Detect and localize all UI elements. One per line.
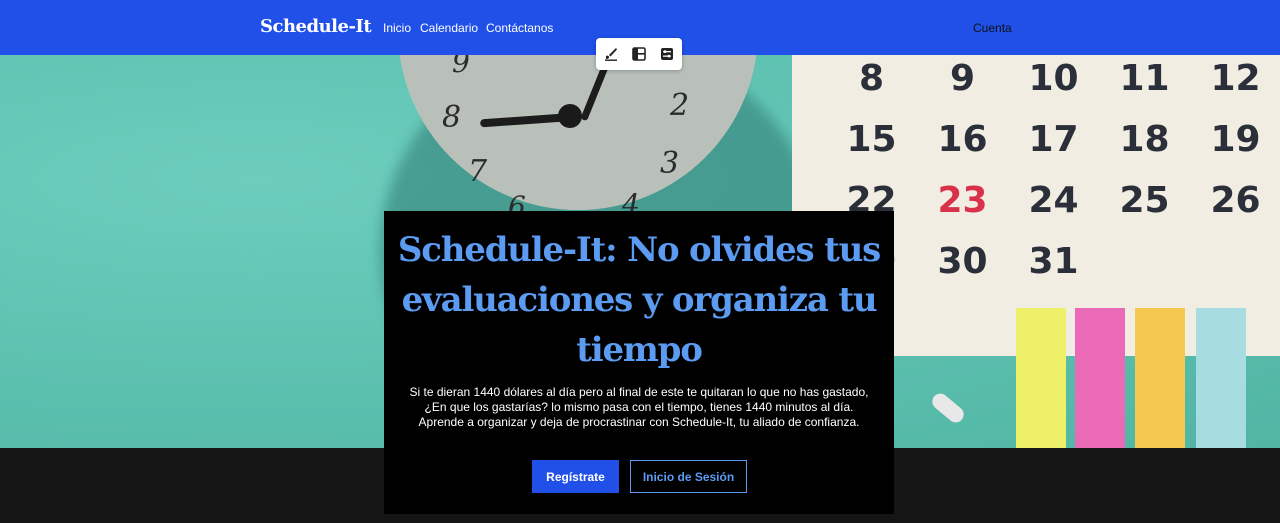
sticky-note-yellow xyxy=(1016,308,1066,448)
hero-description-line: Si te dieran 1440 dólares al día pero al… xyxy=(409,385,869,399)
hero-description-line: Aprende a organizar y deja de procrastin… xyxy=(418,415,860,429)
sticky-note-pink xyxy=(1075,308,1125,448)
calendar-day-highlighted: 23 xyxy=(937,180,988,221)
hero-description: Si te dieran 1440 dólares al día pero al… xyxy=(404,385,874,430)
hero-title: Schedule-It: No olvides tus evaluaciones… xyxy=(397,230,881,370)
nav-link-inicio[interactable]: Inicio xyxy=(383,21,411,35)
calendar-day: 8 xyxy=(858,58,885,99)
calendar-day: 26 xyxy=(1210,180,1261,221)
account-link[interactable]: Cuenta xyxy=(973,21,1012,35)
calendar-day: 30 xyxy=(937,241,988,282)
clock-center-pin xyxy=(558,104,582,128)
sticky-note-orange xyxy=(1135,308,1185,448)
calendar-day: 19 xyxy=(1210,119,1261,160)
hero-description-line: ¿En que los gastarías? lo mismo pasa con… xyxy=(424,400,854,414)
calendar-day: 25 xyxy=(1119,180,1170,221)
clock-number: 8 xyxy=(442,100,462,135)
brush-icon[interactable] xyxy=(601,44,621,64)
clock-number: 3 xyxy=(660,146,680,181)
calendar-day: 10 xyxy=(1028,58,1079,99)
calendar-week-row: 15 16 17 18 19 xyxy=(826,119,1280,160)
clock-number: 7 xyxy=(468,154,488,189)
calendar-day: 24 xyxy=(1028,180,1079,221)
calendar-day: 15 xyxy=(846,119,897,160)
login-button[interactable]: Inicio de Sesión xyxy=(630,460,747,493)
settings-sliders-icon[interactable] xyxy=(657,44,677,64)
calendar-week-row: 22 23 24 25 26 xyxy=(826,180,1280,221)
calendar-day: 18 xyxy=(1119,119,1170,160)
clock-number: 2 xyxy=(670,88,690,123)
calendar-week-row: 8 9 10 11 12 xyxy=(826,58,1280,99)
sticky-note-blue xyxy=(1196,308,1246,448)
calendar-day: 16 xyxy=(937,119,988,160)
layout-icon[interactable] xyxy=(629,44,649,64)
nav-link-contactanos[interactable]: Contáctanos xyxy=(486,21,553,35)
calendar-day: 31 xyxy=(1028,241,1079,282)
brand-logo[interactable]: Schedule-It xyxy=(260,16,372,37)
register-button[interactable]: Regístrate xyxy=(532,460,619,493)
calendar-day: 9 xyxy=(949,58,976,99)
calendar-day: 12 xyxy=(1210,58,1261,99)
nav-link-calendario[interactable]: Calendario xyxy=(420,21,478,35)
hero-card: Schedule-It: No olvides tus evaluaciones… xyxy=(384,211,894,514)
calendar-day: 17 xyxy=(1028,119,1079,160)
editor-toolbar xyxy=(596,38,682,70)
calendar-day: 11 xyxy=(1119,58,1170,99)
